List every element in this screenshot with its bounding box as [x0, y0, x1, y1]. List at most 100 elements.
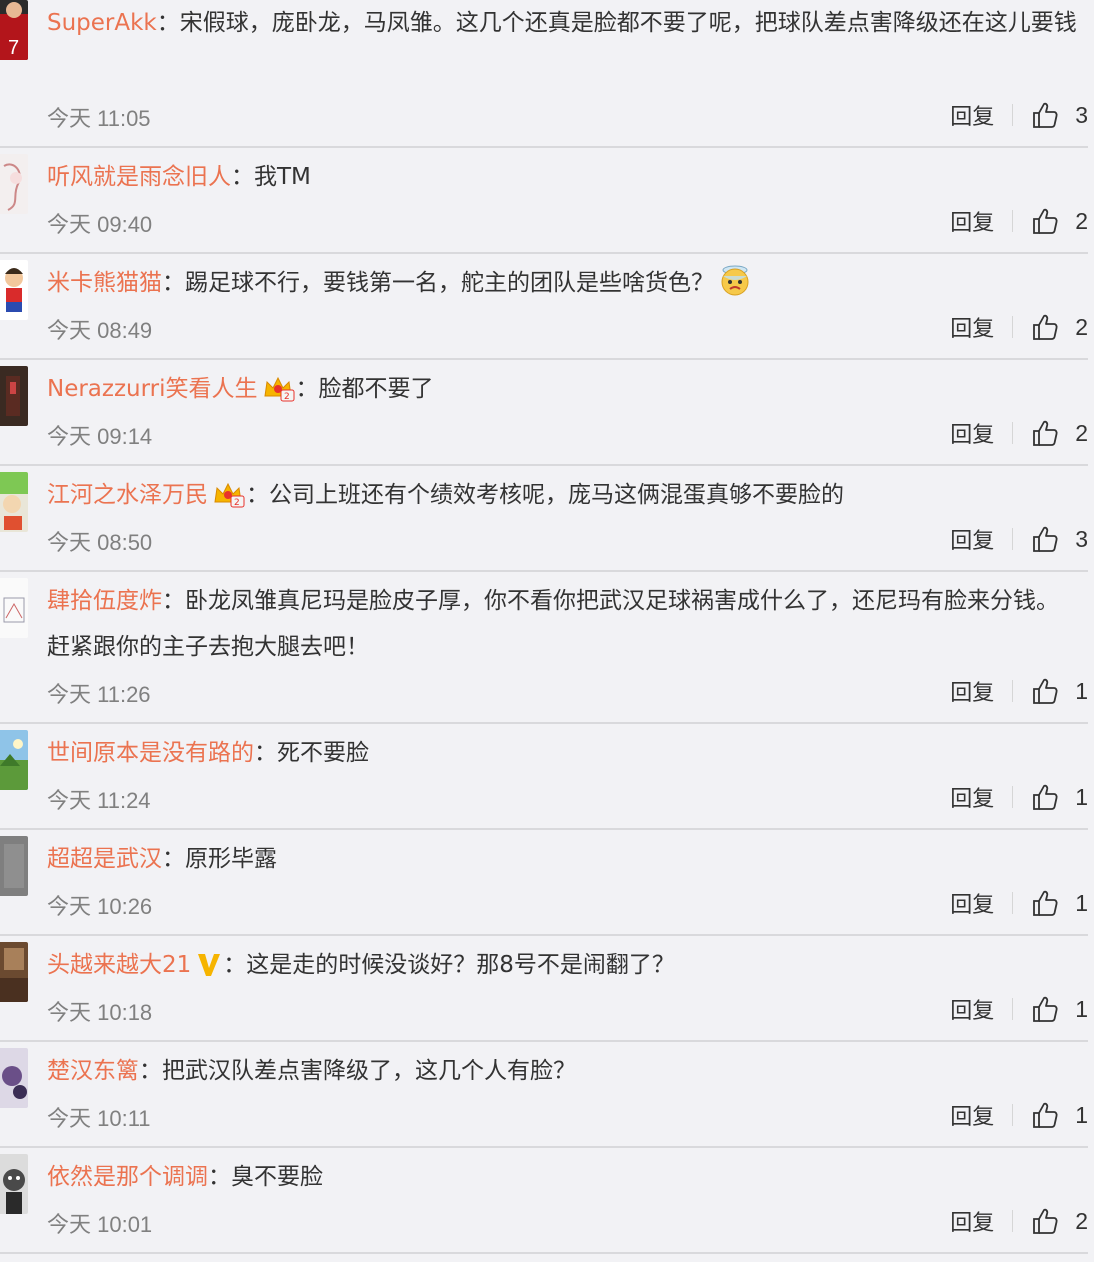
- comment-text-line: Nerazzurri笑看人生 2 ：脸都不要了: [47, 366, 1077, 418]
- like-button[interactable]: 2: [1031, 313, 1088, 341]
- comment-time: 今天 11:05: [47, 106, 151, 131]
- like-button[interactable]: 1: [1031, 677, 1088, 705]
- avatar[interactable]: [0, 154, 28, 214]
- comment-divider: [0, 934, 1088, 936]
- like-count: 2: [1075, 419, 1088, 446]
- comment-divider: [0, 570, 1088, 572]
- comment-body: 这是走的时候没谈好？那8号不是闹翻了？: [246, 952, 675, 978]
- like-count: 1: [1075, 889, 1088, 916]
- avatar[interactable]: [0, 260, 28, 320]
- comment-time: 今天 11:26: [47, 682, 151, 707]
- reply-button[interactable]: 回复: [950, 417, 994, 449]
- comment-text-line: 楚汉东篱：把武汉队差点害降级了，这几个人有脸？: [47, 1048, 1077, 1094]
- like-button[interactable]: 2: [1031, 419, 1088, 447]
- username-link[interactable]: 听风就是雨念旧人: [47, 164, 231, 190]
- avatar[interactable]: [0, 942, 28, 1002]
- comment-body: 脸都不要了: [318, 376, 434, 402]
- comment-actions: 回复 1: [950, 781, 1088, 813]
- colon-separator: ：: [223, 952, 247, 978]
- comment-actions: 回复 2: [950, 1205, 1088, 1237]
- comment-divider: [0, 358, 1088, 360]
- reply-button[interactable]: 回复: [950, 781, 994, 813]
- comment-time: 今天 08:49: [47, 318, 153, 343]
- reply-button[interactable]: 回复: [950, 675, 994, 707]
- crown-badge-icon[interactable]: 2: [212, 478, 246, 524]
- reply-button[interactable]: 回复: [950, 1099, 994, 1131]
- username-link[interactable]: 世间原本是没有路的: [47, 740, 254, 766]
- like-count: 1: [1075, 783, 1088, 810]
- thumbs-up-icon: [1033, 208, 1058, 234]
- like-button[interactable]: 1: [1031, 995, 1088, 1023]
- like-button[interactable]: 3: [1031, 525, 1088, 553]
- comment-body: 公司上班还有个绩效考核呢，庞马这俩混蛋真够不要脸的: [269, 482, 844, 508]
- avatar[interactable]: [0, 1154, 28, 1214]
- avatar[interactable]: [0, 1048, 28, 1108]
- colon-separator: ：: [162, 846, 185, 872]
- like-button[interactable]: 2: [1031, 1207, 1088, 1235]
- action-divider: [1012, 1104, 1014, 1126]
- comment-text-line: 超超是武汉：原形毕露: [47, 836, 1077, 882]
- comment-time: 今天 10:11: [47, 1106, 151, 1131]
- reply-button[interactable]: 回复: [950, 523, 994, 555]
- comment-actions: 回复 1: [950, 675, 1088, 707]
- colon-separator: ：: [246, 482, 269, 508]
- crown-badge-icon[interactable]: 2: [262, 372, 296, 418]
- username-link[interactable]: SuperAkk: [47, 10, 157, 36]
- comment-body: 臭不要脸: [231, 1164, 323, 1190]
- like-count: 1: [1075, 677, 1088, 704]
- like-button[interactable]: 1: [1031, 889, 1088, 917]
- comment-text-line: 听风就是雨念旧人：我TM: [47, 154, 1077, 200]
- action-divider: [1012, 528, 1014, 550]
- username-link[interactable]: 江河之水泽万民: [47, 482, 208, 508]
- avatar[interactable]: 7: [0, 0, 28, 60]
- comment-divider: [0, 722, 1088, 724]
- action-divider: [1012, 786, 1014, 808]
- username-link[interactable]: 超超是武汉: [47, 846, 162, 872]
- action-divider: [1012, 316, 1014, 338]
- like-count: 1: [1075, 995, 1088, 1022]
- comment-text-line: 头越来越大21 ：这是走的时候没谈好？那8号不是闹翻了？: [47, 942, 1077, 994]
- svg-text:2: 2: [234, 498, 240, 508]
- comment-actions: 回复 2: [950, 417, 1088, 449]
- comment-divider: [0, 1252, 1088, 1254]
- reply-button[interactable]: 回复: [950, 205, 994, 237]
- thumbs-up-icon: [1033, 1208, 1058, 1234]
- comment-time: 今天 09:40: [47, 212, 153, 237]
- comment-divider: [0, 828, 1088, 830]
- reply-button[interactable]: 回复: [950, 99, 994, 131]
- like-count: 2: [1075, 1207, 1088, 1234]
- thumbs-up-icon: [1033, 678, 1058, 704]
- avatar[interactable]: [0, 366, 28, 426]
- comment-actions: 回复 3: [950, 523, 1088, 555]
- username-link[interactable]: 楚汉东篱: [47, 1058, 139, 1084]
- v-badge-icon[interactable]: [195, 948, 223, 994]
- thumbs-up-icon: [1033, 784, 1058, 810]
- comment-time: 今天 08:50: [47, 530, 153, 555]
- reply-button[interactable]: 回复: [950, 887, 994, 919]
- username-link[interactable]: 米卡熊猫猫: [47, 270, 162, 296]
- username-link[interactable]: 头越来越大21: [47, 952, 191, 978]
- action-divider: [1012, 1210, 1014, 1232]
- username-link[interactable]: Nerazzurri笑看人生: [47, 376, 258, 402]
- username-link[interactable]: 肆拾伍度炸: [47, 588, 162, 614]
- username-link[interactable]: 依然是那个调调: [47, 1164, 208, 1190]
- comment-divider: [0, 146, 1088, 148]
- like-button[interactable]: 1: [1031, 783, 1088, 811]
- colon-separator: ：: [254, 740, 277, 766]
- avatar[interactable]: [0, 578, 28, 638]
- like-button[interactable]: 1: [1031, 1101, 1088, 1129]
- colon-separator: ：: [295, 376, 319, 402]
- avatar[interactable]: [0, 836, 28, 896]
- reply-button[interactable]: 回复: [950, 1205, 994, 1237]
- action-divider: [1012, 210, 1014, 232]
- like-button[interactable]: 2: [1031, 207, 1088, 235]
- avatar[interactable]: [0, 730, 28, 790]
- reply-button[interactable]: 回复: [950, 311, 994, 343]
- action-divider: [1012, 680, 1014, 702]
- thumbs-up-icon: [1033, 420, 1058, 446]
- like-button[interactable]: 3: [1031, 101, 1088, 129]
- comment-actions: 回复 2: [950, 205, 1088, 237]
- comment-time: 今天 10:01: [47, 1212, 153, 1237]
- avatar[interactable]: [0, 472, 28, 532]
- reply-button[interactable]: 回复: [950, 993, 994, 1025]
